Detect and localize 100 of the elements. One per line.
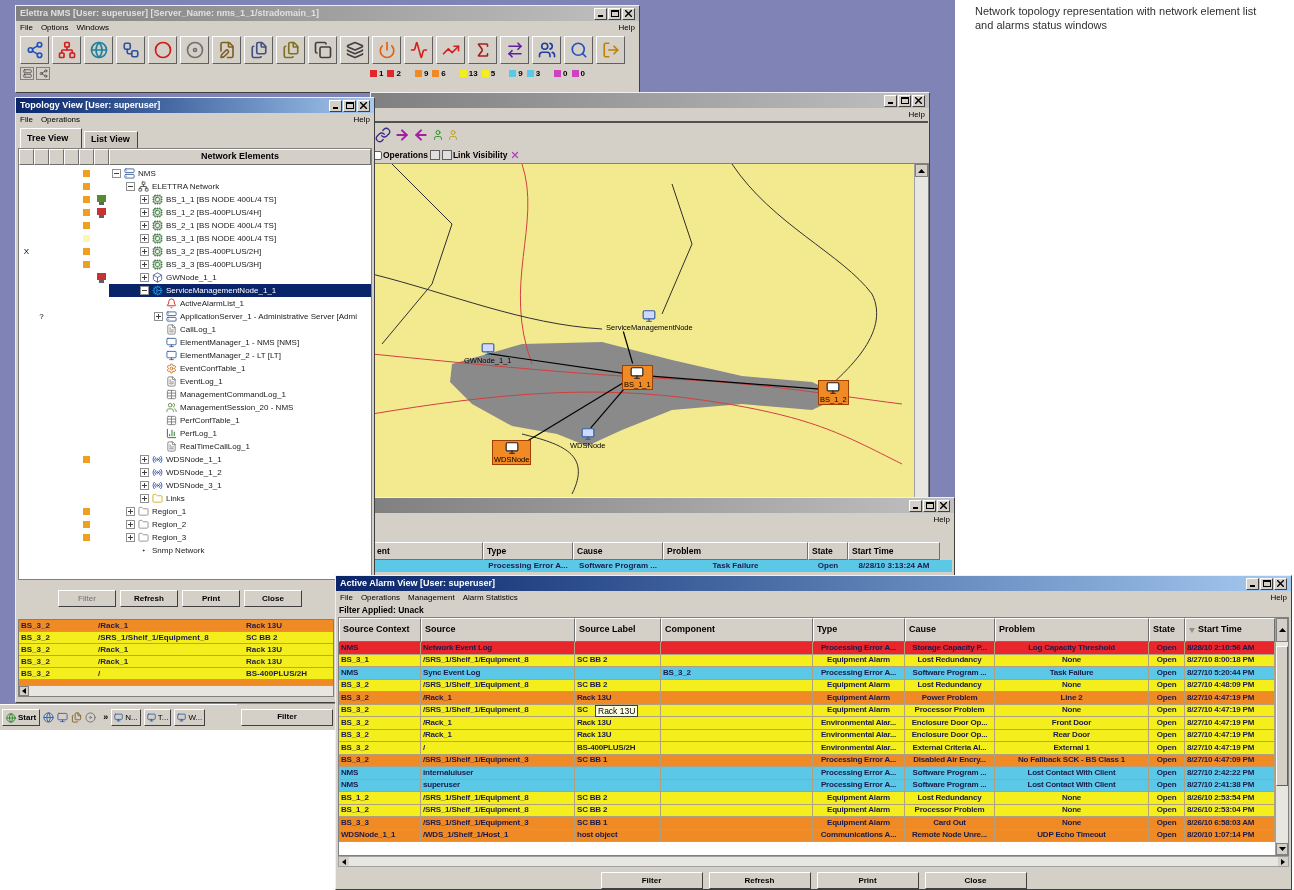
maximize-button[interactable] xyxy=(608,7,621,20)
expand-icon[interactable] xyxy=(140,234,149,243)
dialog-button[interactable]: Filter xyxy=(600,872,703,889)
column-header[interactable]: State xyxy=(1149,618,1185,642)
expand-icon[interactable] xyxy=(140,455,149,464)
tree-item[interactable]: WDSNode_3_1 xyxy=(109,479,371,492)
tree-item[interactable]: ElementManager_1 - NMS [NMS] xyxy=(109,336,371,349)
menu-item[interactable]: Windows xyxy=(76,21,109,34)
minimize-button[interactable] xyxy=(884,94,897,107)
tree-item[interactable]: Region_2 xyxy=(109,518,371,531)
scroll-down-button[interactable] xyxy=(1276,843,1288,855)
close-button[interactable] xyxy=(912,94,925,107)
column-header[interactable]: Type xyxy=(813,618,905,642)
menu-item[interactable]: Alarm Statistics xyxy=(462,591,518,604)
expand-icon[interactable] xyxy=(140,468,149,477)
toolbar-button[interactable] xyxy=(564,36,593,64)
tree-item[interactable]: NMS xyxy=(109,167,371,180)
expand-icon[interactable] xyxy=(126,520,135,529)
close-button[interactable] xyxy=(622,7,635,20)
small-button[interactable] xyxy=(441,150,452,160)
disc-icon[interactable] xyxy=(85,712,97,723)
close-button[interactable] xyxy=(937,499,950,512)
toolbar-button[interactable] xyxy=(20,36,49,64)
collapse-icon[interactable] xyxy=(140,286,149,295)
dialog-button[interactable]: Refresh xyxy=(120,590,178,607)
tree-item[interactable]: CallLog_1 xyxy=(109,323,371,336)
toolbar-button[interactable] xyxy=(340,36,369,64)
tree-item[interactable]: Snmp Network xyxy=(109,544,371,557)
computer-icon[interactable] xyxy=(480,342,495,356)
minimize-button[interactable] xyxy=(909,499,922,512)
task-button[interactable]: N... xyxy=(111,709,141,726)
help-menu[interactable]: Help xyxy=(618,21,635,34)
column-header[interactable]: Source Label xyxy=(575,618,661,642)
documents-icon[interactable] xyxy=(71,712,83,723)
collapse-icon[interactable] xyxy=(112,169,121,178)
help-menu[interactable]: Help xyxy=(908,108,925,121)
help-menu[interactable]: Help xyxy=(353,113,370,126)
computer-icon[interactable] xyxy=(826,381,841,395)
column-header[interactable]: Source xyxy=(421,618,575,642)
start-button[interactable]: Start xyxy=(2,709,41,726)
column-header[interactable]: Type xyxy=(483,542,573,560)
scroll-left-button[interactable] xyxy=(339,857,349,866)
column-header[interactable]: Cause xyxy=(905,618,995,642)
toolbar-button[interactable] xyxy=(116,36,145,64)
tree-item[interactable]: WDSNode_1_1 xyxy=(109,453,371,466)
table-row[interactable]: NMS Network Event Log Processing Error A... Storage Capacity P... Log Capacity Threshold Open 8/28/10 2:10:56 AM xyxy=(339,642,1275,655)
expand-icon[interactable] xyxy=(126,507,135,516)
task-button[interactable]: W... xyxy=(174,709,206,726)
menu-item[interactable]: File xyxy=(20,21,33,34)
computer-icon[interactable] xyxy=(630,366,645,380)
expand-icon[interactable] xyxy=(140,221,149,230)
toolbar-button[interactable] xyxy=(468,36,497,64)
column-header[interactable]: Network Elements xyxy=(109,149,371,165)
toolbar-button[interactable] xyxy=(500,36,529,64)
toolbar-button[interactable] xyxy=(52,36,81,64)
expand-icon[interactable] xyxy=(154,312,163,321)
table-row[interactable]: Processing Error A... Software Program ... Task Failure Open 8/28/10 3:13:24 AM xyxy=(373,560,952,572)
column-header[interactable]: Start Time xyxy=(848,542,940,560)
minimize-button[interactable] xyxy=(594,7,607,20)
toolbar-button[interactable] xyxy=(404,36,433,64)
dialog-button[interactable]: Close xyxy=(244,590,302,607)
tree-item[interactable]: EventLog_1 xyxy=(109,375,371,388)
table-row[interactable]: BS_1_2 /SRS_1/Shelf_1/Equipment_8 SC BB 2 Equipment Alarm Lost Redundancy None Open 8/26/10 2:53:54 PM xyxy=(339,792,1275,805)
globe-icon[interactable] xyxy=(43,712,55,723)
tree-item[interactable]: ManagementCommandLog_1 xyxy=(109,388,371,401)
tree-item[interactable]: ElementManager_2 - LT [LT] xyxy=(109,349,371,362)
toolbar-button[interactable] xyxy=(148,36,177,64)
tree-item[interactable]: ManagementSession_20 - NMS xyxy=(109,401,371,414)
tree-item[interactable]: Region_3 xyxy=(109,531,371,544)
minimize-button[interactable] xyxy=(1246,577,1259,590)
table-row[interactable]: BS_3_2 / BS-400PLUS/2H xyxy=(19,668,333,680)
column-header[interactable] xyxy=(79,149,94,165)
toolbar-button[interactable] xyxy=(212,36,241,64)
tree-item[interactable]: WDSNode_1_2 xyxy=(109,466,371,479)
menu-item[interactable]: Management xyxy=(408,591,455,604)
dialog-button[interactable]: Print xyxy=(182,590,240,607)
column-header[interactable] xyxy=(64,149,79,165)
column-header[interactable] xyxy=(19,149,34,165)
toolbar-button[interactable] xyxy=(180,36,209,64)
task-button[interactable]: T... xyxy=(143,709,172,726)
tree-item[interactable]: BS_3_3 [BS-400PLUS/3H] xyxy=(109,258,371,271)
table-row[interactable]: NMS Sync Event Log BS_3_2 Processing Error A... Software Program ... Task Failure Open 8/27/10 5:20:44 PM xyxy=(339,667,1275,680)
column-header[interactable]: Problem xyxy=(663,542,808,560)
toolbar-button[interactable] xyxy=(244,36,273,64)
dialog-button[interactable]: Print xyxy=(816,872,919,889)
menu-item[interactable]: Operations xyxy=(40,113,81,126)
table-row[interactable]: BS_3_2 /SRS_1/Shelf_1/Equipment_8 SC BB 2 xyxy=(19,632,333,644)
column-header[interactable]: Problem xyxy=(995,618,1149,642)
tree-item[interactable]: PerfLog_1 xyxy=(109,427,371,440)
maximize-button[interactable] xyxy=(923,499,936,512)
toolbar-button[interactable] xyxy=(84,36,113,64)
column-header[interactable]: Cause xyxy=(573,542,663,560)
dialog-button[interactable]: Close xyxy=(924,872,1027,889)
column-header[interactable]: Component xyxy=(661,618,813,642)
column-header[interactable]: Source Context xyxy=(339,618,421,642)
computer-icon[interactable] xyxy=(504,441,519,455)
menu-item[interactable]: File xyxy=(340,591,353,604)
scroll-thumb[interactable] xyxy=(1276,646,1288,786)
tree-item[interactable]: ApplicationServer_1 - Administrative Server [Admi xyxy=(109,310,371,323)
expand-icon[interactable] xyxy=(140,273,149,282)
